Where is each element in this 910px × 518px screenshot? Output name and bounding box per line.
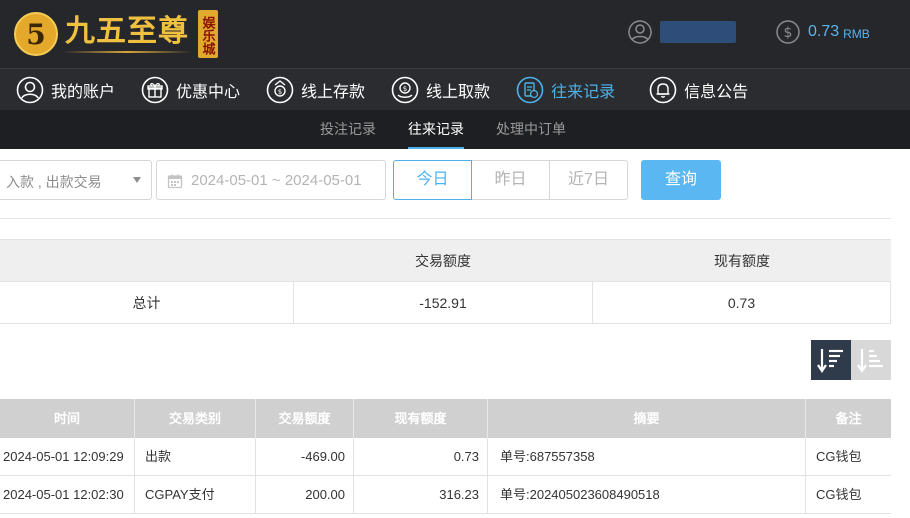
- sort-descending-button[interactable]: [811, 340, 851, 380]
- table-row: 2024-05-01 12:02:30 CGPAY支付 200.00 316.2…: [0, 476, 891, 514]
- tab-transactions[interactable]: 往来记录: [408, 110, 464, 149]
- cell-amount: -469.00: [300, 449, 345, 464]
- cell-balance: 316.23: [439, 487, 479, 502]
- query-button[interactable]: 查询: [641, 160, 721, 200]
- balance-area: $ 0.73 RMB: [776, 20, 870, 44]
- summary-header-label: [0, 240, 293, 281]
- cell-summary: 单号:202405023608490518: [500, 487, 660, 502]
- col-time: 时间: [53, 411, 80, 426]
- nav-item-deposit[interactable]: $ 线上存款: [266, 69, 365, 111]
- caret-down-icon: [133, 177, 141, 183]
- svg-text:$: $: [784, 25, 793, 41]
- cell-note: CG钱包: [816, 449, 862, 464]
- transaction-type-select[interactable]: 入款 , 出款交易: [0, 160, 152, 200]
- summary-total-row: 总计 -152.91 0.73: [0, 281, 891, 324]
- cell-time: 2024-05-01 12:02:30: [3, 487, 124, 502]
- logo-badge: 5: [14, 12, 58, 56]
- calendar-icon: [167, 174, 183, 189]
- deposit-icon: $: [266, 76, 294, 103]
- cell-note: CG钱包: [816, 487, 862, 502]
- date-range-value: 2024-05-01 ~ 2024-05-01: [191, 172, 362, 189]
- quick-today-button[interactable]: 今日: [393, 160, 472, 200]
- summary-current-amount: 0.73: [727, 294, 756, 311]
- nav-item-withdraw[interactable]: $ 线上取款: [391, 69, 490, 111]
- sub-nav: 投注记录 往来记录 处理中订单: [0, 110, 910, 149]
- cell-time: 2024-05-01 12:09:29: [3, 449, 124, 464]
- divider: [0, 218, 891, 219]
- nav-label: 我的账户: [51, 83, 116, 101]
- user-account-area[interactable]: [628, 20, 736, 44]
- svg-text:$: $: [278, 88, 282, 96]
- brand-tag: 娱乐城: [198, 10, 218, 58]
- summary-header-current-amount: 现有额度: [714, 252, 770, 269]
- nav-label: 往来记录: [551, 83, 616, 101]
- withdraw-icon: $: [391, 76, 419, 103]
- svg-text:$: $: [403, 85, 407, 93]
- nav-label: 线上存款: [301, 83, 366, 101]
- records-icon: [516, 76, 544, 103]
- summary-trade-amount: -152.91: [419, 294, 467, 311]
- nav-item-promotions[interactable]: 优惠中心: [141, 69, 240, 111]
- sort-ascending-button[interactable]: [851, 340, 891, 380]
- user-circle-icon: [16, 76, 44, 103]
- balance-unit: RMB: [843, 26, 870, 41]
- quick-yesterday-button[interactable]: 昨日: [471, 160, 550, 200]
- balance-value: 0.73: [808, 23, 840, 40]
- cell-summary: 单号:687557358: [500, 449, 595, 464]
- cell-balance: 0.73: [453, 449, 479, 464]
- col-type: 交易类别: [168, 411, 221, 426]
- table-row: 2024-05-01 12:09:29 出款 -469.00 0.73 单号:6…: [0, 438, 891, 476]
- gift-icon: [141, 76, 169, 103]
- main-nav: 我的账户 优惠中心 $ 线上存款 $ 线上取款 往来记录 信息公告: [0, 68, 910, 110]
- nav-label: 优惠中心: [176, 83, 241, 101]
- sort-ascending-icon: [857, 349, 883, 373]
- tab-bet-records[interactable]: 投注记录: [320, 110, 376, 149]
- coin-icon: $: [776, 20, 800, 44]
- nav-item-announcements[interactable]: 信息公告: [649, 69, 748, 111]
- cell-type: 出款: [145, 449, 172, 464]
- col-summary: 摘要: [633, 411, 660, 426]
- cell-divider: [487, 438, 488, 476]
- cell-type: CGPAY支付: [145, 487, 215, 502]
- summary-header-trade-amount: 交易额度: [415, 252, 471, 269]
- cell-divider: [805, 476, 806, 514]
- col-balance: 现有额度: [394, 411, 447, 426]
- col-amount: 交易额度: [278, 411, 331, 426]
- nav-item-my-account[interactable]: 我的账户: [16, 69, 115, 111]
- cell-divider: [487, 476, 488, 514]
- tab-pending-orders[interactable]: 处理中订单: [496, 110, 566, 149]
- summary-total-label: 总计: [132, 294, 161, 311]
- quick-date-group: 今日 昨日 近7日: [393, 160, 628, 200]
- cell-divider: [134, 476, 135, 514]
- user-avatar-icon: [628, 20, 652, 44]
- quick-last7days-button[interactable]: 近7日: [549, 160, 628, 200]
- brand-title: 九五至尊: [65, 14, 189, 49]
- logo-underline: [62, 51, 192, 53]
- transaction-type-value: 入款 , 出款交易: [6, 174, 102, 190]
- bell-icon: [649, 76, 677, 103]
- records-header: 时间 交易类别 交易额度 现有额度 摘要 备注: [0, 399, 891, 438]
- top-header: 5 九五至尊 娱乐城 $ 0.73 RMB: [0, 0, 910, 68]
- cell-amount: 200.00: [305, 487, 345, 502]
- nav-item-records[interactable]: 往来记录: [516, 69, 615, 111]
- username-masked: [660, 21, 736, 43]
- brand-logo[interactable]: 5 九五至尊 娱乐城: [14, 6, 218, 62]
- cell-divider: [805, 438, 806, 476]
- col-note: 备注: [835, 411, 862, 426]
- nav-label: 线上取款: [426, 83, 491, 101]
- nav-label: 信息公告: [684, 83, 749, 101]
- date-range-input[interactable]: 2024-05-01 ~ 2024-05-01: [156, 160, 386, 200]
- cell-divider: [134, 438, 135, 476]
- summary-header: 交易额度 现有额度: [0, 239, 891, 281]
- sort-descending-icon: [817, 349, 843, 373]
